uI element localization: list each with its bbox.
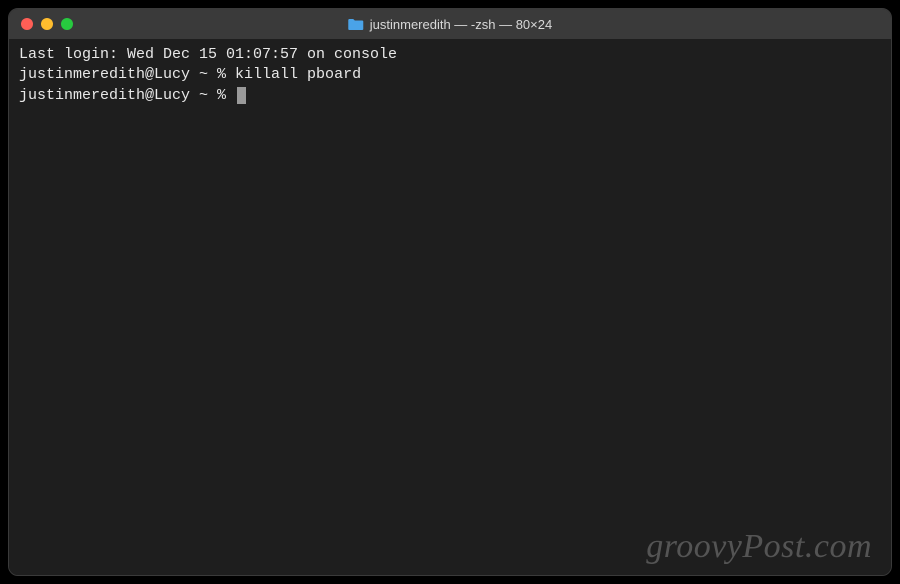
terminal-line: Last login: Wed Dec 15 01:07:57 on conso… <box>19 45 881 65</box>
terminal-line: justinmeredith@Lucy ~ % killall pboard <box>19 65 881 85</box>
minimize-button[interactable] <box>41 18 53 30</box>
command-text: killall pboard <box>235 66 361 83</box>
maximize-button[interactable] <box>61 18 73 30</box>
titlebar[interactable]: justinmeredith — -zsh — 80×24 <box>9 9 891 39</box>
folder-icon <box>348 17 364 31</box>
prompt: justinmeredith@Lucy ~ % <box>19 87 235 104</box>
terminal-body[interactable]: Last login: Wed Dec 15 01:07:57 on conso… <box>9 39 891 575</box>
terminal-line: justinmeredith@Lucy ~ % <box>19 86 881 106</box>
cursor <box>237 87 246 104</box>
prompt: justinmeredith@Lucy ~ % <box>19 66 235 83</box>
window-title: justinmeredith — -zsh — 80×24 <box>348 17 552 32</box>
terminal-window: justinmeredith — -zsh — 80×24 Last login… <box>8 8 892 576</box>
window-title-text: justinmeredith — -zsh — 80×24 <box>370 17 552 32</box>
close-button[interactable] <box>21 18 33 30</box>
last-login-text: Last login: Wed Dec 15 01:07:57 on conso… <box>19 46 397 63</box>
traffic-lights <box>21 18 73 30</box>
